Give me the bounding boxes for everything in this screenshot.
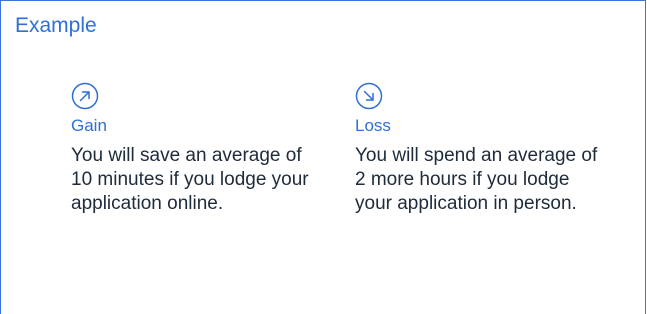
gain-description-line: You will save an average of <box>71 145 302 166</box>
loss-description-line: You will spend an average of <box>355 145 598 166</box>
loss-item: Loss You will spend an average of 2 more… <box>355 82 615 216</box>
loss-label: Loss <box>355 116 391 135</box>
gain-description-line: application online. <box>71 193 224 214</box>
gain-item: Gain You will save an average of 10 minu… <box>71 82 331 216</box>
gain-description-line: 10 minutes if you lodge your <box>71 169 309 190</box>
loss-description-line: 2 more hours if you lodge <box>355 169 570 190</box>
arrow-down-right-icon <box>355 82 383 110</box>
card-title: Example <box>15 14 97 37</box>
loss-description-line: your application in person. <box>355 193 577 214</box>
gain-description: You will save an average of 10 minutes i… <box>71 144 331 216</box>
arrow-up-right-icon <box>71 82 99 110</box>
loss-description: You will spend an average of 2 more hour… <box>355 144 615 216</box>
example-card: Example Gain You will save an average of… <box>0 0 646 314</box>
gain-label: Gain <box>71 116 107 135</box>
